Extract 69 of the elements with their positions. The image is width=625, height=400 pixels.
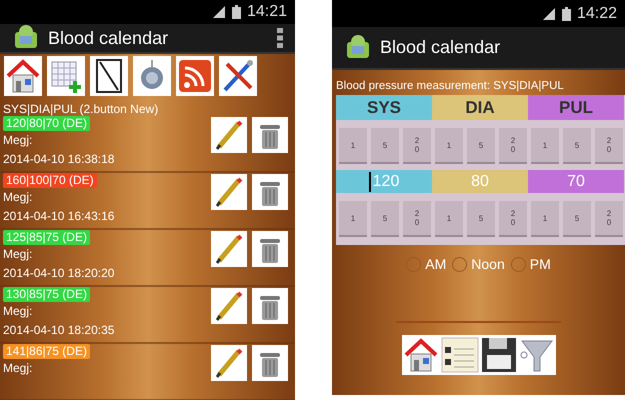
column-header: DIA bbox=[432, 95, 528, 120]
radio-button[interactable] bbox=[406, 257, 422, 272]
radio-label: AM bbox=[425, 255, 446, 274]
app-title: Blood calendar bbox=[48, 26, 170, 50]
increment-button[interactable]: 20 bbox=[499, 128, 527, 162]
increment-button[interactable]: 20 bbox=[595, 201, 623, 235]
column-header: SYS bbox=[336, 95, 432, 120]
notepad-icon[interactable] bbox=[90, 56, 128, 96]
column-header: PUL bbox=[528, 95, 624, 120]
battery-icon bbox=[232, 5, 241, 19]
pencil-icon[interactable] bbox=[211, 174, 247, 210]
overflow-menu-icon[interactable] bbox=[277, 28, 283, 48]
increment-button[interactable]: 1 bbox=[531, 128, 559, 162]
note-label: Megj: bbox=[3, 303, 34, 320]
timestamp: 2014-04-10 18:20:35 bbox=[3, 322, 116, 339]
reading-badge: 160|100|70 (DE) bbox=[3, 173, 97, 188]
hint-text: SYS|DIA|PUL (2.button New) bbox=[2, 102, 160, 116]
radio-button[interactable] bbox=[510, 257, 526, 272]
trash-icon[interactable] bbox=[252, 288, 288, 324]
increment-button[interactable]: 5 bbox=[563, 128, 591, 162]
increment-button[interactable]: 20 bbox=[499, 201, 527, 235]
value-field[interactable]: 70 bbox=[528, 170, 624, 193]
increment-button[interactable]: 5 bbox=[467, 201, 495, 235]
pencil-icon[interactable] bbox=[211, 117, 247, 153]
note-label: Megj: bbox=[3, 189, 34, 206]
trash-icon[interactable] bbox=[252, 174, 288, 210]
tools-icon[interactable] bbox=[219, 56, 257, 96]
trash-icon[interactable] bbox=[252, 117, 288, 153]
radio-label: PM bbox=[530, 255, 551, 274]
home-icon[interactable] bbox=[4, 56, 42, 96]
timestamp: 2014-04-10 16:43:16 bbox=[3, 208, 116, 225]
increment-button[interactable]: 5 bbox=[467, 128, 495, 162]
status-time: 14:21 bbox=[246, 2, 287, 22]
signal-icon bbox=[542, 6, 556, 20]
radio-label: Noon bbox=[471, 255, 505, 274]
signal-icon bbox=[212, 5, 226, 19]
increment-button[interactable]: 20 bbox=[403, 201, 431, 235]
increment-button[interactable]: 1 bbox=[435, 201, 463, 235]
add-calendar-icon[interactable] bbox=[47, 56, 85, 96]
battery-icon bbox=[562, 6, 571, 20]
reading-badge: 120|80|70 (DE) bbox=[3, 116, 90, 131]
trash-icon[interactable] bbox=[252, 345, 288, 381]
increment-button[interactable]: 20 bbox=[403, 128, 431, 162]
radio-button[interactable] bbox=[452, 257, 468, 272]
reading-badge: 130|85|75 (DE) bbox=[3, 287, 90, 302]
increment-button[interactable]: 1 bbox=[435, 128, 463, 162]
pencil-icon[interactable] bbox=[211, 288, 247, 324]
timestamp: 2014-04-10 16:38:18 bbox=[3, 151, 116, 168]
increment-button[interactable]: 5 bbox=[371, 201, 399, 235]
note-label: Megj: bbox=[3, 132, 34, 149]
increment-button[interactable]: 20 bbox=[595, 128, 623, 162]
increment-button[interactable]: 1 bbox=[339, 128, 367, 162]
trash-icon[interactable] bbox=[252, 231, 288, 267]
pencil-icon[interactable] bbox=[211, 231, 247, 267]
measurement-heading: Blood pressure measurement: SYS|DIA|PUL bbox=[335, 79, 565, 93]
timestamp: 2014-04-10 18:20:20 bbox=[3, 265, 116, 282]
reading-badge: 125|85|75 (DE) bbox=[3, 230, 90, 245]
increment-button[interactable]: 5 bbox=[563, 201, 591, 235]
increment-button[interactable]: 1 bbox=[531, 201, 559, 235]
rss-icon[interactable] bbox=[176, 56, 214, 96]
reading-badge: 141|86|75 (DE) bbox=[3, 344, 90, 359]
increment-button[interactable]: 5 bbox=[371, 128, 399, 162]
pencil-icon[interactable] bbox=[211, 345, 247, 381]
note-label: Megj: bbox=[3, 246, 34, 263]
increment-button[interactable]: 1 bbox=[339, 201, 367, 235]
form-icon[interactable] bbox=[440, 335, 480, 375]
note-label: Megj: bbox=[3, 360, 34, 377]
status-time: 14:22 bbox=[576, 4, 617, 24]
app-title: Blood calendar bbox=[380, 36, 502, 59]
